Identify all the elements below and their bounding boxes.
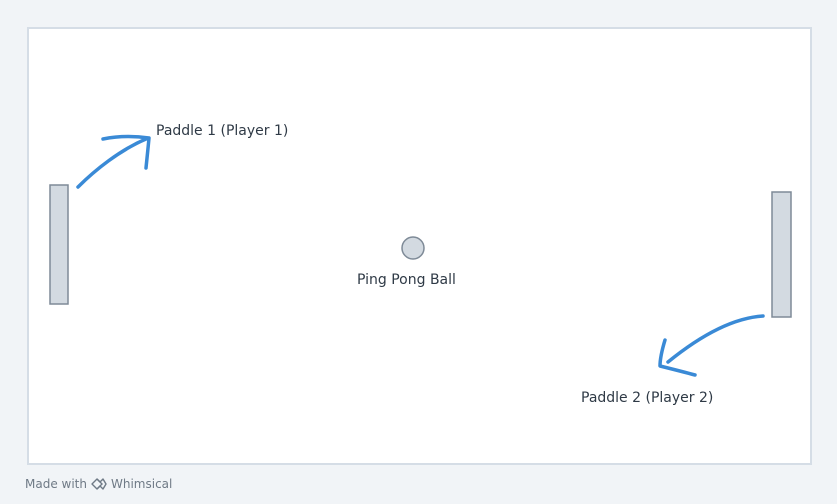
- whimsical-logo-icon: [91, 478, 107, 490]
- diagram-canvas: [49, 134, 792, 377]
- ball-label: Ping Pong Ball: [357, 272, 456, 288]
- ping-pong-ball: [401, 236, 425, 260]
- paddle-1: [49, 184, 69, 305]
- paddle-1-label: Paddle 1 (Player 1): [156, 123, 289, 139]
- paddle-2-label: Paddle 2 (Player 2): [581, 390, 714, 406]
- footer-attribution[interactable]: Made with Whimsical: [25, 476, 172, 492]
- made-with-text: Made with: [25, 477, 87, 491]
- curved-arrow-down-left-icon: [658, 314, 765, 377]
- paddle-2: [771, 191, 792, 318]
- curved-arrow-up-right-icon: [76, 134, 151, 189]
- brand-name: Whimsical: [110, 477, 173, 491]
